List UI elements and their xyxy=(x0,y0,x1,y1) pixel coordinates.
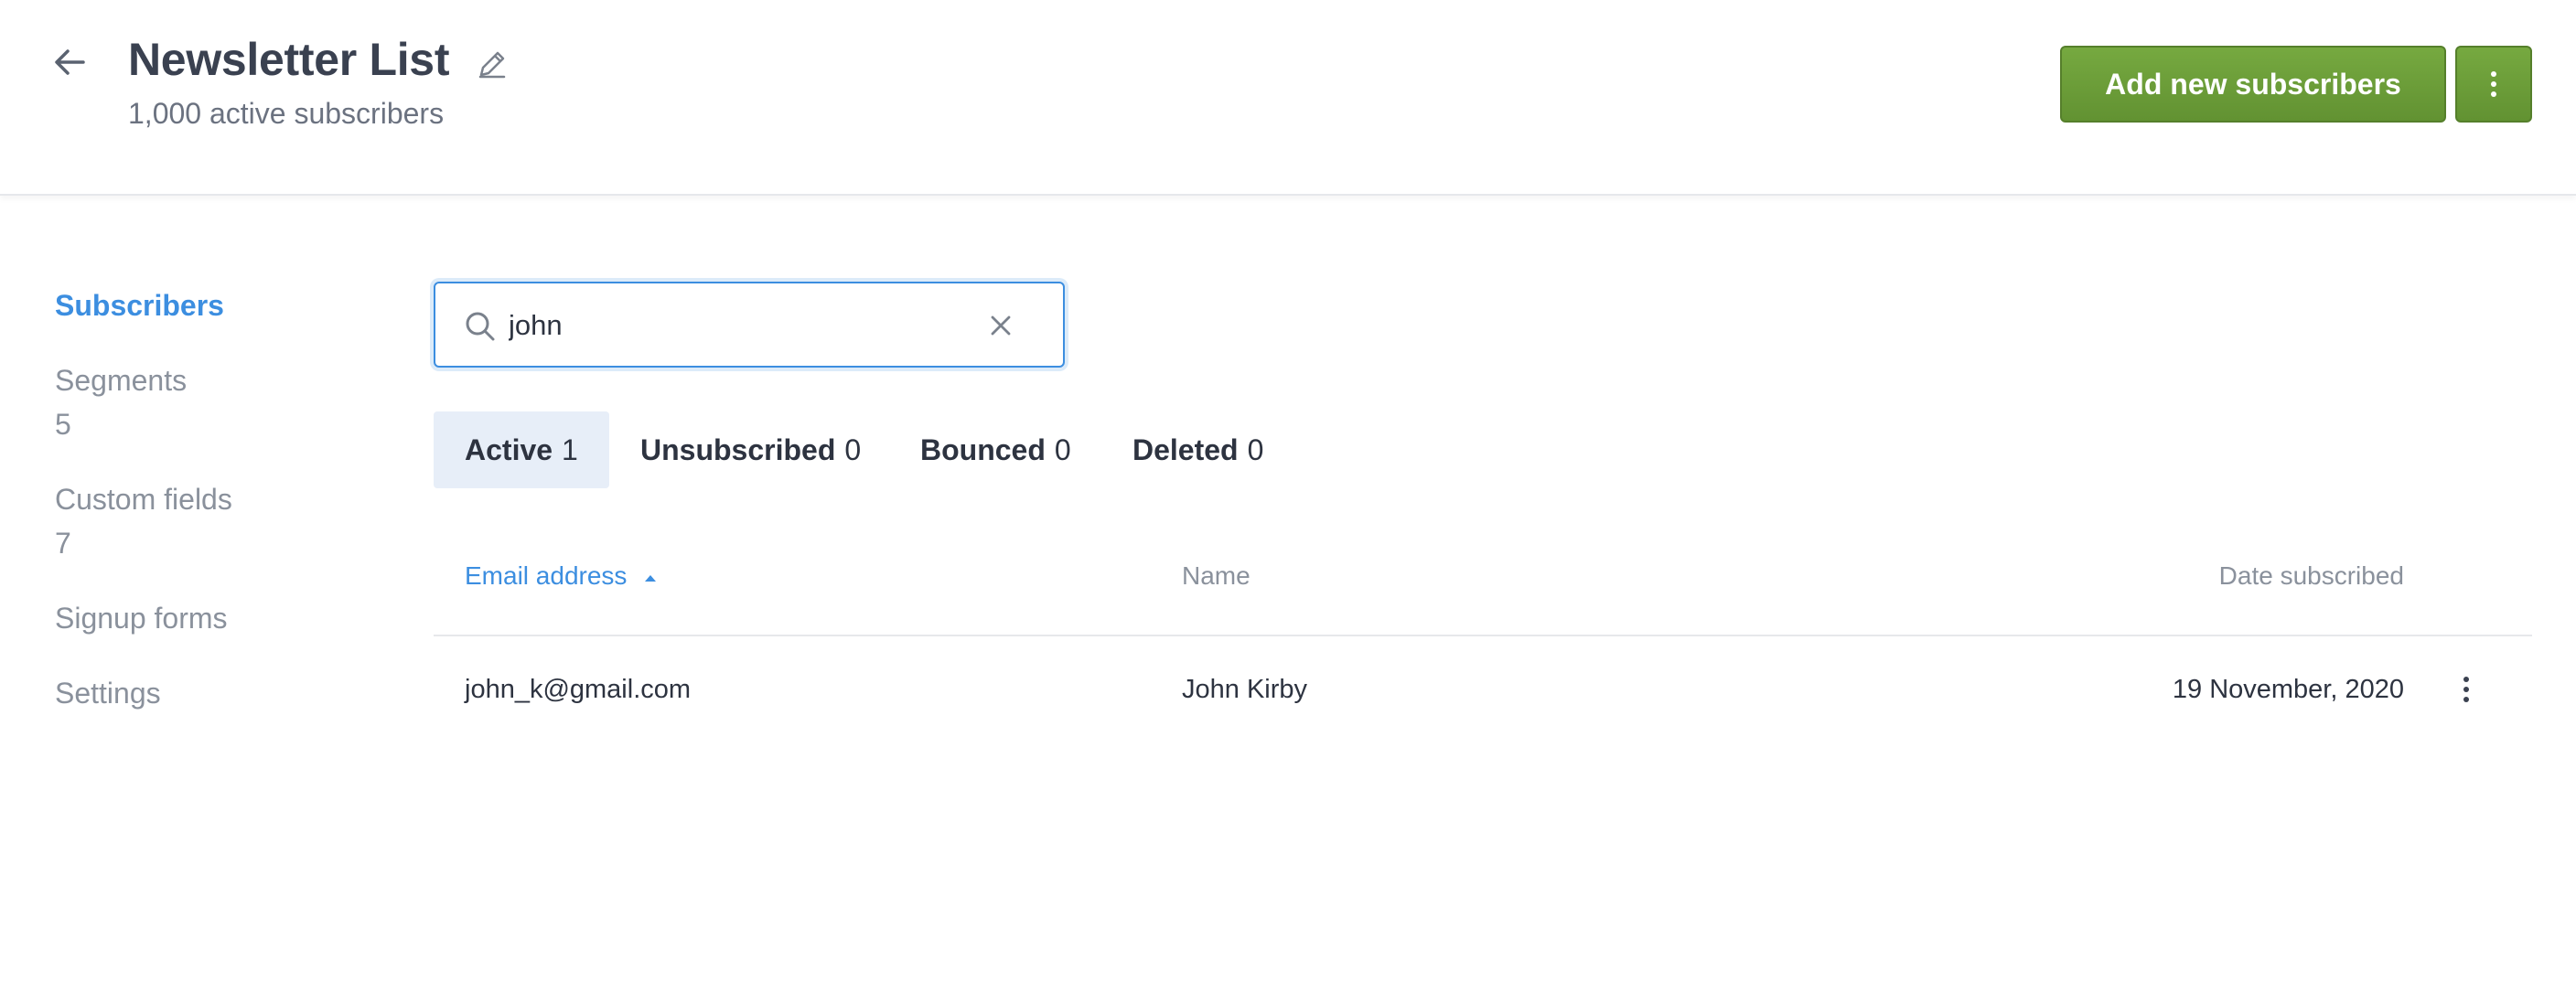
tab-deleted[interactable]: Deleted 0 xyxy=(1101,411,1294,488)
sidebar-item-label: Segments xyxy=(55,364,188,397)
tab-unsubscribed[interactable]: Unsubscribed 0 xyxy=(609,411,892,488)
tab-label: Deleted xyxy=(1132,432,1239,466)
subscriber-count: 1,000 active subscribers xyxy=(128,97,445,130)
search-box xyxy=(434,282,1065,368)
add-new-subscribers-button[interactable]: Add new subscribers xyxy=(2060,46,2446,123)
tab-label: Unsubscribed xyxy=(640,432,836,466)
tab-bounced[interactable]: Bounced 0 xyxy=(889,411,1102,488)
vertical-dots-icon xyxy=(2463,677,2469,702)
arrow-left-icon xyxy=(55,49,85,75)
column-header-email[interactable]: Email address xyxy=(465,561,658,591)
sidebar-item-label: Custom fields xyxy=(55,483,232,516)
tab-count: 0 xyxy=(1247,432,1264,466)
search-icon xyxy=(466,312,495,341)
tab-label: Active xyxy=(465,432,553,466)
sidebar-item-count: 5 xyxy=(55,408,71,441)
pencil-icon xyxy=(478,51,506,79)
sidebar-item-subscribers[interactable]: Subscribers xyxy=(55,283,224,327)
tab-count: 1 xyxy=(562,432,578,466)
tab-count: 0 xyxy=(844,432,862,466)
page-title: Newsletter List xyxy=(128,34,450,85)
tab-active[interactable]: Active 1 xyxy=(434,411,609,488)
clear-search-button[interactable] xyxy=(982,307,1019,344)
column-header-label: Name xyxy=(1182,561,1250,590)
sidebar-item-label: Subscribers xyxy=(55,289,224,322)
edit-title-button[interactable] xyxy=(472,44,512,84)
column-header-name[interactable]: Name xyxy=(1182,561,1250,591)
more-actions-button[interactable] xyxy=(2455,46,2532,123)
cell-email: john_k@gmail.com xyxy=(465,675,692,704)
column-header-label: Date subscribed xyxy=(2218,561,2404,590)
caret-up-icon xyxy=(645,574,657,582)
close-icon xyxy=(991,315,1011,336)
tab-count: 0 xyxy=(1054,432,1071,466)
tab-label: Bounced xyxy=(920,432,1046,466)
row-actions-button[interactable] xyxy=(2448,671,2485,708)
sidebar-item-custom-fields[interactable]: Custom fields 7 xyxy=(55,477,232,565)
column-header-date[interactable]: Date subscribed xyxy=(2219,561,2404,591)
cell-name: John Kirby xyxy=(1182,675,1308,704)
sidebar-item-signup-forms[interactable]: Signup forms xyxy=(55,596,228,640)
sidebar-item-label: Settings xyxy=(55,677,161,710)
cell-date: 19 November, 2020 xyxy=(2172,675,2404,704)
search-input[interactable] xyxy=(509,302,966,349)
page-header: Newsletter List 1,000 active subscribers… xyxy=(0,0,2576,196)
sidebar-item-settings[interactable]: Settings xyxy=(55,671,161,715)
back-button[interactable] xyxy=(48,40,91,84)
sidebar-item-count: 7 xyxy=(55,527,71,560)
column-header-label: Email address xyxy=(465,561,628,590)
sidebar-item-label: Signup forms xyxy=(55,602,228,635)
sidebar-item-segments[interactable]: Segments 5 xyxy=(55,358,187,446)
vertical-dots-icon xyxy=(2491,71,2496,97)
table-row[interactable]: john_k@gmail.com John Kirby 19 November,… xyxy=(434,636,2532,744)
